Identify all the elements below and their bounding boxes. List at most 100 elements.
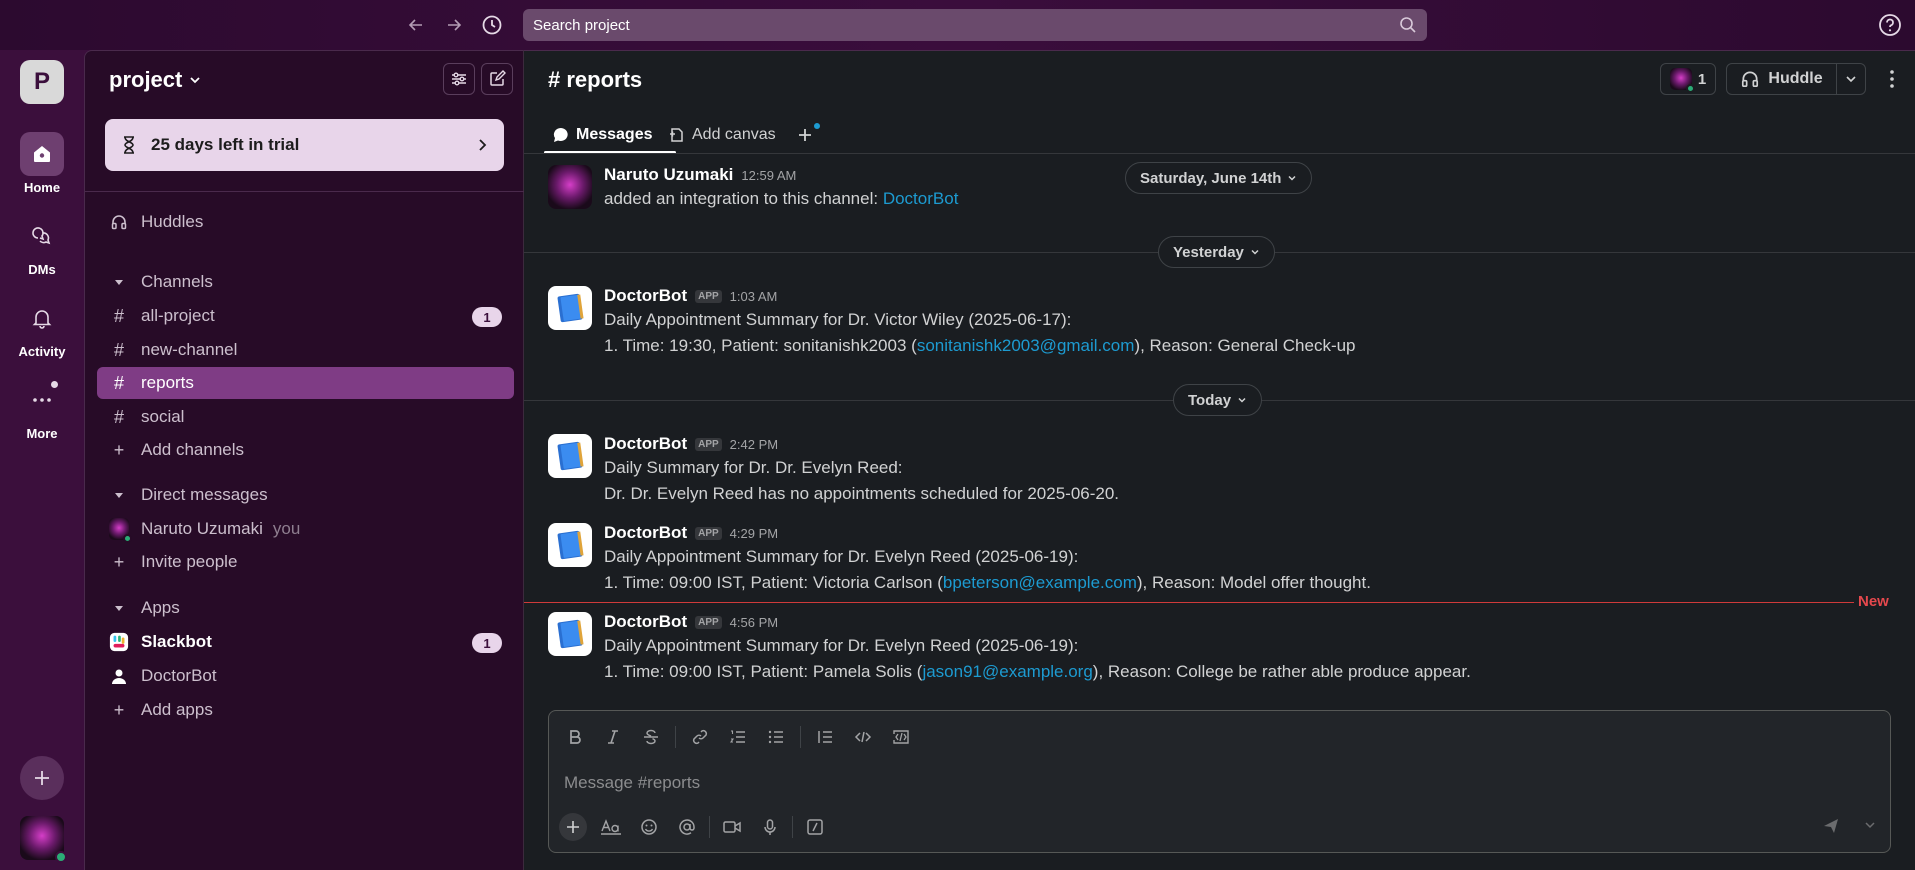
apps-section-header[interactable]: Apps	[97, 592, 514, 624]
message-line-1: Daily Summary for Dr. Dr. Evelyn Reed:	[604, 458, 903, 477]
start-huddle[interactable]: Huddle	[1727, 64, 1837, 94]
timestamp[interactable]: 12:59 AM	[741, 168, 796, 183]
sender-name[interactable]: DoctorBot	[604, 523, 687, 543]
workspace-avatar[interactable]: P	[20, 60, 64, 104]
message-composer[interactable]: Message #reports	[548, 710, 1891, 853]
add-channels-label: Add channels	[141, 440, 245, 459]
strikethrough-icon[interactable]	[635, 721, 667, 753]
microphone-icon[interactable]	[754, 811, 786, 843]
bulleted-list-icon[interactable]	[760, 721, 792, 753]
rail-more[interactable]: More	[0, 378, 84, 441]
sidebar-item-reports[interactable]: # reports	[97, 367, 514, 399]
huddle-button[interactable]: Huddle	[1726, 63, 1866, 95]
user-avatar[interactable]	[20, 816, 67, 863]
tabs-border	[524, 153, 1915, 154]
blockquote-icon[interactable]	[809, 721, 841, 753]
mention-icon[interactable]	[671, 811, 703, 843]
sidebar-item-huddles[interactable]: Huddles	[97, 206, 514, 238]
more-unread-dot	[51, 381, 58, 388]
email-link[interactable]: jason91@example.org	[922, 662, 1092, 681]
code-block-icon[interactable]	[885, 721, 917, 753]
huddles-label: Huddles	[141, 212, 204, 231]
doctorbot-avatar[interactable]	[548, 286, 592, 330]
add-tab-button[interactable]	[796, 119, 820, 151]
sidebar-item-new-channel[interactable]: # new-channel	[97, 334, 514, 366]
channel-label: reports	[141, 373, 194, 392]
search-input[interactable]: Search project	[523, 9, 1427, 41]
members-button[interactable]: 1	[1660, 63, 1716, 95]
sidebar-item-all-project[interactable]: # all-project 1	[97, 300, 514, 332]
doctorbot-avatar[interactable]	[548, 612, 592, 656]
channels-section-header[interactable]: Channels	[97, 266, 514, 298]
tab-messages[interactable]: Messages	[552, 119, 653, 151]
bold-icon[interactable]	[559, 721, 591, 753]
doctorbot-link[interactable]: DoctorBot	[883, 189, 959, 208]
text-format-icon[interactable]	[595, 811, 627, 843]
link-icon[interactable]	[684, 721, 716, 753]
workspace-name-button[interactable]: project	[109, 67, 202, 93]
timestamp[interactable]: 1:03 AM	[730, 289, 778, 304]
filter-settings-button[interactable]	[443, 63, 475, 95]
history-icon[interactable]	[478, 11, 506, 39]
numbered-list-icon[interactable]	[722, 721, 754, 753]
add-workspace-button[interactable]	[20, 756, 64, 800]
rail-home[interactable]: Home	[0, 132, 84, 195]
email-link[interactable]: bpeterson@example.com	[943, 573, 1137, 592]
plus-icon: +	[113, 699, 125, 720]
app-badge: APP	[695, 289, 722, 303]
new-messages-divider	[524, 602, 1854, 603]
timestamp[interactable]: 4:56 PM	[730, 615, 778, 630]
kebab-menu-icon[interactable]	[1878, 63, 1906, 95]
doctorbot-avatar[interactable]	[548, 523, 592, 567]
dm-section-header[interactable]: Direct messages	[97, 479, 514, 511]
huddle-label: Huddle	[1768, 70, 1823, 87]
huddle-options-chevron-down-icon[interactable]	[1837, 73, 1865, 85]
tab-add-canvas[interactable]: Add canvas	[668, 119, 776, 151]
emoji-icon[interactable]	[633, 811, 665, 843]
date-divider-pill[interactable]: Saturday, June 14th	[1125, 162, 1313, 194]
slash-command-icon[interactable]	[799, 811, 831, 843]
sidebar-item-slackbot[interactable]: Slackbot 1	[97, 626, 514, 658]
send-options-chevron-down-icon[interactable]	[1864, 819, 1876, 831]
message-line-2: 1. Time: 19:30, Patient: sonitanishk2003…	[604, 336, 1356, 356]
help-icon[interactable]	[1877, 12, 1903, 38]
compose-button[interactable]	[481, 63, 513, 95]
rail-dms[interactable]: DMs	[0, 214, 84, 277]
top-bar: Search project	[0, 0, 1915, 50]
rail-activity[interactable]: Activity	[0, 296, 84, 359]
trial-banner[interactable]: 25 days left in trial	[105, 119, 504, 171]
avatar	[109, 518, 132, 543]
sender-name[interactable]: DoctorBot	[604, 434, 687, 454]
message-input-placeholder[interactable]: Message #reports	[564, 773, 700, 793]
attach-button[interactable]	[557, 811, 589, 843]
hash-icon: #	[113, 372, 124, 393]
toolbar-divider	[709, 816, 710, 838]
sender-name[interactable]: DoctorBot	[604, 286, 687, 306]
sidebar-item-dm-naruto[interactable]: Naruto Uzumaki you	[97, 513, 514, 545]
italic-icon[interactable]	[597, 721, 629, 753]
back-arrow-icon[interactable]	[402, 11, 430, 39]
email-link[interactable]: sonitanishk2003@gmail.com	[917, 336, 1135, 355]
add-channels-button[interactable]: + Add channels	[97, 434, 514, 466]
toolbar-divider	[792, 816, 793, 838]
channel-title[interactable]: # reports	[548, 67, 642, 93]
date-divider-pill[interactable]: Today	[1173, 384, 1263, 416]
send-icon[interactable]	[1822, 817, 1840, 835]
add-apps-button[interactable]: + Add apps	[97, 694, 514, 726]
sidebar-item-social[interactable]: # social	[97, 401, 514, 433]
timestamp[interactable]: 2:42 PM	[730, 437, 778, 452]
sender-name[interactable]: DoctorBot	[604, 612, 687, 632]
code-icon[interactable]	[847, 721, 879, 753]
invite-people-button[interactable]: + Invite people	[97, 546, 514, 578]
doctorbot-avatar[interactable]	[548, 434, 592, 478]
avatar[interactable]	[548, 165, 592, 209]
date-label: Yesterday	[1173, 243, 1244, 261]
forward-arrow-icon[interactable]	[440, 11, 468, 39]
video-icon[interactable]	[716, 811, 748, 843]
text-segment: ), Reason: College be rather able produc…	[1092, 662, 1471, 681]
sender-name[interactable]: Naruto Uzumaki	[604, 165, 733, 185]
date-divider-pill[interactable]: Yesterday	[1158, 236, 1275, 268]
rail-activity-label: Activity	[18, 344, 66, 359]
timestamp[interactable]: 4:29 PM	[730, 526, 778, 541]
sidebar-item-doctorbot[interactable]: DoctorBot	[97, 660, 514, 692]
